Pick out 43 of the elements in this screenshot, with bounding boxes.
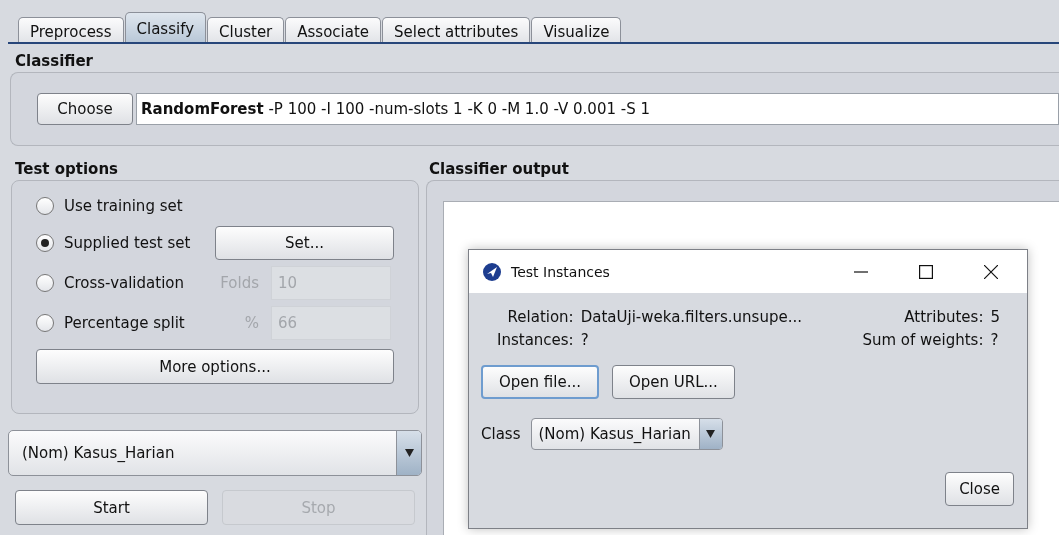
option-label[interactable]: Supplied test set (64, 234, 211, 252)
tab[interactable]: Select attributes (382, 17, 531, 42)
tab[interactable]: Classify (124, 12, 207, 42)
radio-button[interactable] (36, 274, 54, 292)
close-button[interactable]: Close (945, 472, 1014, 506)
window-title: Test Instances (511, 263, 611, 280)
close-icon (984, 264, 998, 279)
info-value: 5 (990, 307, 1000, 328)
info-value: DataUji-weka.filters.unsupe... (580, 307, 802, 328)
dropdown-arrow-icon (706, 430, 716, 438)
more-options-button[interactable]: More options... (36, 349, 394, 384)
section-title: Classifier (14, 51, 94, 72)
info-value: ? (990, 330, 1000, 351)
field-label: % (243, 314, 260, 332)
minimize-icon (854, 270, 868, 273)
info-label: Sum of weights: (862, 330, 984, 351)
tab[interactable]: Preprocess (18, 17, 124, 42)
option-label[interactable]: Use training set (64, 197, 211, 215)
open-button[interactable]: Open URL... (612, 365, 735, 399)
class-dropdown[interactable]: (Nom) Kasus_Harian (531, 418, 723, 450)
section-title: Test options (14, 159, 119, 180)
info-label: Relation: (506, 307, 574, 328)
option-label[interactable]: Percentage split (64, 314, 211, 332)
classifier-field[interactable]: RandomForest -P 100 -I 100 -num-slots 1 -K 0 -M 1.0 -V 0.001 -S 1 (136, 93, 1059, 125)
set-button[interactable]: Set... (215, 226, 394, 260)
class-label: Class (481, 425, 521, 443)
action-button[interactable]: Start (15, 490, 208, 525)
info-label: Attributes: (903, 307, 984, 328)
section-title: Classifier output (428, 159, 570, 180)
tab[interactable]: Cluster (207, 17, 285, 42)
info-label: Instances: (497, 330, 574, 351)
tab[interactable]: Associate (285, 17, 382, 42)
maximize-icon (919, 264, 933, 279)
info-value: ? (580, 330, 590, 351)
tab[interactable]: Visualize (531, 17, 622, 42)
open-button[interactable]: Open file... (481, 365, 599, 399)
radio-button[interactable] (36, 234, 54, 252)
dropdown-arrow-icon (404, 449, 414, 457)
choose-button[interactable]: Choose (37, 93, 133, 125)
option-label[interactable]: Cross-validation (64, 274, 211, 292)
class-dropdown[interactable]: (Nom) Kasus_Harian (8, 430, 422, 476)
radio-button[interactable] (36, 314, 54, 332)
radio-button[interactable] (36, 197, 54, 215)
